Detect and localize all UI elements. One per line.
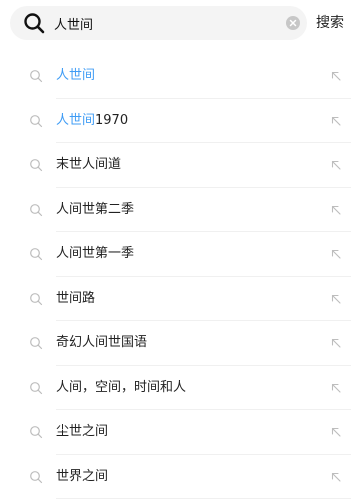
suggestion-text: 奇幻人间世国语 [56, 334, 147, 352]
suggestion-text: 尘世之间 [56, 423, 108, 441]
search-icon [30, 381, 43, 394]
suggestion-item[interactable]: 人间世第一季 [0, 232, 363, 277]
divider [56, 498, 351, 499]
search-icon [30, 70, 43, 83]
suggestion-label: 奇幻人间世国语 [56, 335, 148, 350]
arrow-up-left-icon[interactable] [330, 70, 342, 82]
suggestion-text: 人间，空间，时间和人 [56, 379, 186, 397]
arrow-up-left-icon[interactable] [330, 115, 342, 127]
suggestion-item[interactable]: 末世人间道 [0, 143, 363, 188]
suggestion-label: 世界之间 [56, 468, 109, 484]
suggestion-item[interactable]: 世界之间 [0, 455, 363, 499]
search-icon [30, 203, 43, 216]
search-box[interactable] [10, 6, 307, 40]
suggestion-item[interactable]: 尘世之间 [0, 410, 363, 455]
arrow-up-left-icon[interactable] [330, 248, 342, 260]
search-icon [30, 337, 43, 350]
search-icon [30, 470, 43, 483]
suggestion-label: 尘世之间 [56, 424, 109, 439]
suggestion-item[interactable]: 人间，空间，时间和人 [0, 366, 363, 410]
arrow-up-left-icon[interactable] [330, 293, 342, 305]
suggestion-item[interactable]: 奇幻人间世国语 [0, 321, 363, 366]
suggestion-text: 世间路 [56, 290, 95, 308]
suggestion-item[interactable]: 人世间1970 [0, 99, 363, 143]
search-button[interactable]: 搜索 [316, 14, 344, 32]
search-icon [30, 159, 43, 172]
arrow-up-left-icon[interactable] [330, 426, 342, 438]
suggestion-item[interactable]: 人世间 [0, 54, 363, 99]
arrow-up-left-icon[interactable] [330, 471, 342, 483]
search-input[interactable] [54, 6, 274, 40]
suggestion-text: 人世间1970 [56, 112, 128, 130]
search-icon [30, 426, 43, 439]
clear-icon [289, 19, 297, 27]
suggestion-label: 世间路 [56, 290, 96, 306]
suggestion-item[interactable]: 世间路 [0, 277, 363, 321]
search-icon [30, 292, 43, 305]
arrow-up-left-icon[interactable] [330, 204, 342, 216]
clear-button[interactable] [286, 16, 300, 30]
suggestion-highlight: 人世间 [56, 68, 96, 83]
search-icon [30, 114, 43, 127]
suggestion-item[interactable]: 人间世第二季 [0, 188, 363, 232]
search-header: 搜索 [0, 0, 363, 48]
suggestion-text: 人间世第一季 [56, 245, 134, 263]
suggestion-label: 末世人间道 [56, 157, 122, 172]
suggestion-highlight: 人世间 [56, 112, 96, 128]
search-icon [30, 248, 43, 261]
arrow-up-left-icon[interactable] [330, 337, 342, 349]
search-page: 搜索 人世间人世间1970末世人间道人间世第二季人间世第一季世间路奇幻人间世国语… [0, 0, 363, 500]
suggestion-list: 人世间 人世间1970 末世人间道 人间世第二季 人间世第一季 世间路 奇幻人间世国语 人间，… [0, 54, 363, 499]
suggestion-label: 人间世第二季 [56, 201, 135, 217]
search-icon [24, 13, 45, 34]
suggestion-text: 人间世第二季 [56, 201, 134, 219]
suggestion-label: 1970 [95, 112, 129, 128]
suggestion-text: 人世间 [56, 67, 95, 85]
suggestion-text: 世界之间 [56, 468, 108, 486]
suggestion-text: 末世人间道 [56, 156, 121, 174]
arrow-up-left-icon[interactable] [330, 159, 342, 171]
arrow-up-left-icon[interactable] [330, 382, 342, 394]
suggestion-label: 人间，空间，时间和人 [56, 379, 187, 395]
suggestion-label: 人间世第一季 [56, 246, 135, 261]
